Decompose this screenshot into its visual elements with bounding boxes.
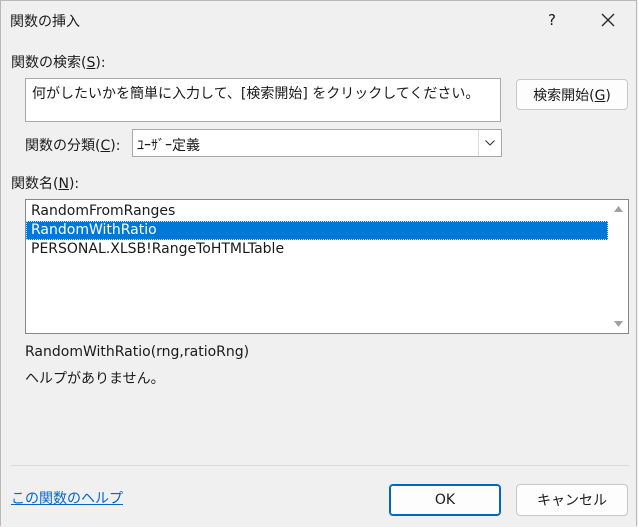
dialog-title: 関数の挿入 <box>10 14 80 30</box>
ok-button-label: OK <box>434 492 456 508</box>
help-button[interactable]: ? <box>537 5 567 35</box>
scroll-up-arrow[interactable] <box>612 204 624 214</box>
function-list-item[interactable]: PERSONAL.XLSB!RangeToHTMLTable <box>26 240 608 259</box>
function-help-link[interactable]: この関数のヘルプ <box>11 488 123 508</box>
vertical-scrollbar[interactable] <box>608 200 628 333</box>
category-select[interactable]: ﾕｰｻﾞｰ定義 <box>132 129 502 157</box>
category-selected-value: ﾕｰｻﾞｰ定義 <box>137 138 200 154</box>
ok-button[interactable]: OK <box>389 484 501 516</box>
function-list-item[interactable]: RandomFromRanges <box>26 202 608 221</box>
search-label: 関数の検索(S): <box>11 55 106 71</box>
title-bar: 関数の挿入 ? <box>1 1 636 41</box>
cancel-button-label: キャンセル <box>537 493 607 509</box>
category-dropdown-arrow[interactable] <box>478 130 501 156</box>
search-input-text: 何がしたいかを簡単に入力して、[検索開始] をクリックしてください。 <box>32 86 480 102</box>
function-listbox[interactable]: RandomFromRanges RandomWithRatio PERSONA… <box>25 199 629 334</box>
footer-divider <box>11 465 629 466</box>
function-name-label: 関数名(N): <box>11 176 80 192</box>
scroll-down-arrow[interactable] <box>612 319 624 329</box>
function-signature: RandomWithRatio(rng,ratioRng) <box>25 344 250 360</box>
function-description: ヘルプがありません。 <box>25 371 165 387</box>
close-button[interactable] <box>592 5 624 35</box>
search-go-button[interactable]: 検索開始(G) <box>516 79 628 110</box>
category-label: 関数の分類(C): <box>25 138 121 154</box>
search-input[interactable]: 何がしたいかを簡単に入力して、[検索開始] をクリックしてください。 <box>25 78 501 122</box>
close-icon <box>601 13 615 27</box>
function-list-item-selected[interactable]: RandomWithRatio <box>26 221 608 240</box>
help-icon: ? <box>548 11 556 29</box>
insert-function-dialog: 関数の挿入 ? 関数の検索(S): 何がしたいかを簡単に入力して、[検索開始] … <box>0 0 637 526</box>
search-go-label: 検索開始(G) <box>533 87 611 104</box>
triangle-up-icon <box>613 206 623 212</box>
chevron-down-icon <box>485 140 495 146</box>
triangle-down-icon <box>613 321 623 327</box>
cancel-button[interactable]: キャンセル <box>516 484 628 516</box>
